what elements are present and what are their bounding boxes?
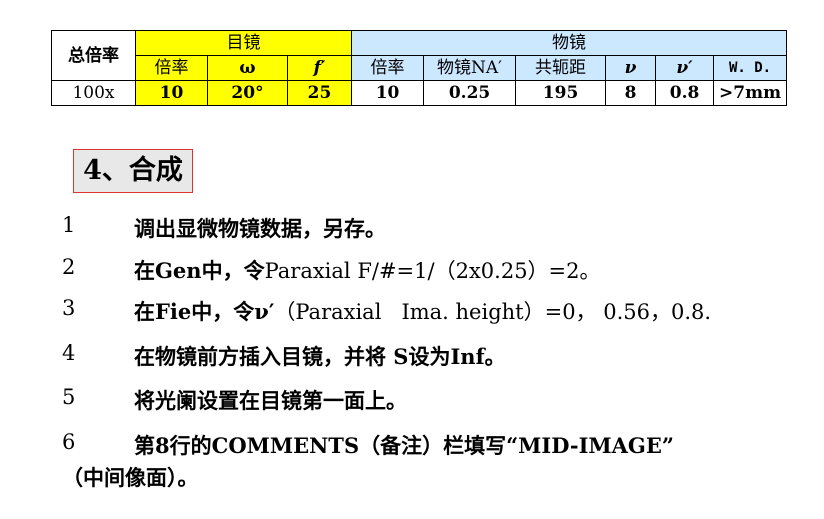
step-text: 在Fie中，令ν′	[134, 299, 275, 324]
header-objective: 物镜	[351, 30, 788, 56]
step-number: 1	[62, 213, 76, 237]
value-objective-nu-prime: 0.8	[655, 80, 715, 106]
col-objective-nu: ν	[605, 55, 657, 81]
col-objective-nu-prime: ν′	[655, 55, 715, 81]
value-objective-na: 0.25	[423, 80, 517, 106]
col-objective-wd: W. D.	[713, 55, 788, 81]
step-number: 5	[62, 385, 76, 409]
value-objective-magnification: 10	[351, 80, 425, 106]
section-title: 4、合成	[73, 149, 193, 193]
col-objective-magnification: 倍率	[351, 55, 425, 81]
col-eyepiece-magnification: 倍率	[135, 55, 208, 81]
step-text: （中间像面）。	[62, 465, 199, 490]
step-text-formula: Paraxial F/#=1/（2x0.25）=2。	[264, 259, 601, 283]
step-text: 在Gen中，令	[134, 258, 265, 283]
col-objective-conjugate: 共轭距	[515, 55, 607, 81]
step-text: 将光阑设置在目镜第一面上。	[134, 388, 407, 413]
spec-table: 总倍率 目镜 物镜 倍率 ω f′ 倍率 物镜NA′ 共轭距 ν ν′ W. D…	[51, 30, 788, 106]
step-number: 3	[62, 296, 76, 320]
step-text: 第8行的COMMENTS（备注）栏填写“MID-IMAGE”	[134, 433, 674, 458]
value-total: 100x	[51, 80, 136, 106]
step-number: 2	[62, 255, 76, 279]
col-objective-na: 物镜NA′	[423, 55, 517, 81]
value-objective-wd: >7mm	[713, 80, 788, 106]
step-text: 调出显微物镜数据，另存。	[134, 216, 386, 241]
value-eyepiece-focal: 25	[286, 80, 353, 106]
value-eyepiece-omega: 20°	[207, 80, 288, 106]
col-eyepiece-focal: f′	[286, 55, 353, 81]
step-text: 在物镜前方插入目镜，并将 S设为Inf。	[134, 344, 506, 369]
header-eyepiece: 目镜	[134, 30, 353, 56]
step-number: 6	[62, 430, 76, 454]
header-total-magnification: 总倍率	[51, 30, 136, 81]
value-objective-conjugate: 195	[515, 80, 607, 106]
value-eyepiece-magnification: 10	[135, 80, 208, 106]
step-text-formula: （Paraxial Ima. height）=0， 0.56，0.8.	[274, 300, 712, 324]
step-number: 4	[62, 341, 76, 365]
col-eyepiece-omega: ω	[207, 55, 288, 81]
value-objective-nu: 8	[605, 80, 657, 106]
